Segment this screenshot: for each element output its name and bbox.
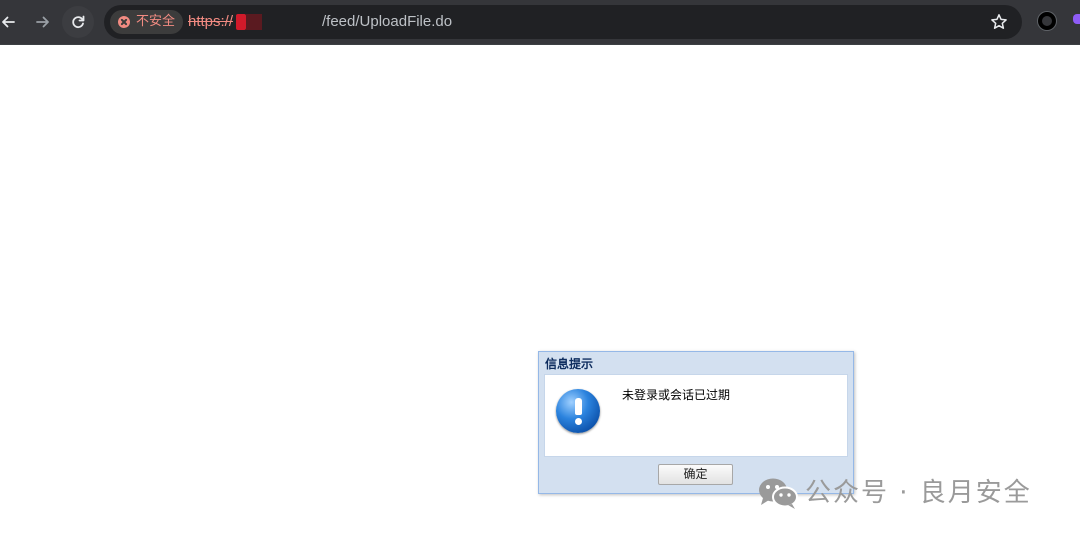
watermark-text: 公众号 · 良月安全 — [805, 478, 1032, 508]
dialog-body: 未登录或会话已过期 — [544, 374, 848, 457]
dialog-message: 未登录或会话已过期 — [622, 388, 731, 402]
not-secure-icon — [118, 16, 130, 28]
dialog-title: 信息提示 — [545, 357, 594, 371]
back-button[interactable] — [0, 6, 24, 38]
info-exclamation-icon — [556, 389, 600, 433]
ok-button[interactable]: 确定 — [658, 464, 733, 485]
wechat-icon — [759, 478, 798, 509]
reload-icon — [72, 15, 85, 29]
browser-toolbar: 不安全 https:// /feed/UploadFile.do — [0, 0, 1080, 44]
security-chip[interactable]: 不安全 — [110, 10, 183, 34]
url-scheme: https:// — [188, 13, 234, 30]
url-redaction — [236, 14, 246, 30]
circle-extension-icon[interactable] — [1038, 12, 1056, 30]
reload-button[interactable] — [62, 6, 94, 38]
arrow-right-icon — [36, 16, 49, 28]
exclamation-bar — [575, 398, 582, 415]
url-path: /feed/UploadFile.do — [322, 13, 453, 30]
security-label: 不安全 — [136, 14, 176, 29]
toolbar-divider — [0, 44, 1080, 45]
address-bar[interactable]: 不安全 https:// /feed/UploadFile.do — [104, 5, 1022, 39]
forward-button[interactable] — [27, 6, 59, 38]
star-icon[interactable] — [990, 13, 1008, 31]
profile-avatar[interactable] — [1073, 14, 1080, 24]
url-redaction — [246, 14, 262, 30]
exclamation-dot — [575, 418, 582, 425]
watermark: 公众号 · 良月安全 — [757, 473, 1032, 513]
arrow-left-icon — [2, 16, 15, 28]
